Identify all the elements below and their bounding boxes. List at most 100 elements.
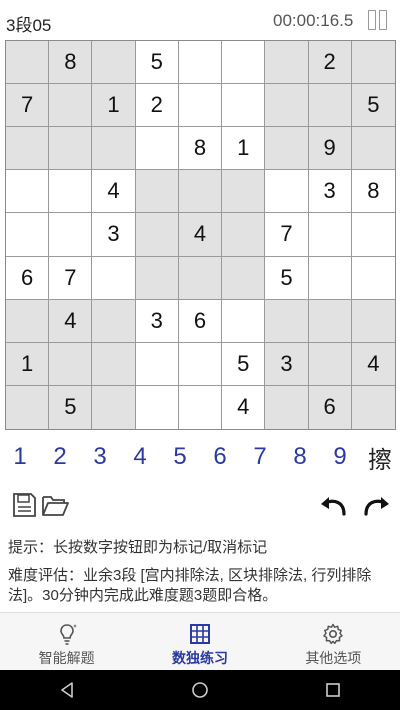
folder-open-icon[interactable] <box>40 490 70 520</box>
sudoku-cell-r9c1[interactable] <box>6 385 50 429</box>
sudoku-cell-r2c4[interactable]: 2 <box>135 84 179 128</box>
number-button-8[interactable]: 8 <box>280 436 320 478</box>
redo-icon[interactable] <box>362 490 392 520</box>
sudoku-cell-r1c4[interactable]: 5 <box>135 41 179 85</box>
sudoku-cell-r5c6[interactable] <box>222 213 266 257</box>
erase-button[interactable]: 擦 <box>360 436 400 478</box>
sudoku-cell-r6c7[interactable]: 5 <box>265 256 309 300</box>
sudoku-cell-r4c4[interactable] <box>135 170 179 214</box>
sudoku-cell-r3c5[interactable]: 8 <box>178 127 223 171</box>
sudoku-cell-r5c1[interactable] <box>6 213 50 257</box>
sudoku-cell-r3c3[interactable] <box>92 127 136 171</box>
sudoku-cell-r4c5[interactable] <box>178 170 223 214</box>
sudoku-cell-r5c7[interactable]: 7 <box>265 213 309 257</box>
number-button-5[interactable]: 5 <box>160 436 200 478</box>
sudoku-cell-r9c7[interactable] <box>265 385 309 429</box>
sudoku-cell-r4c9[interactable]: 8 <box>351 170 395 214</box>
sudoku-cell-r7c5[interactable]: 6 <box>178 299 223 343</box>
sudoku-cell-r6c9[interactable] <box>351 256 395 300</box>
sudoku-cell-r4c6[interactable] <box>222 170 266 214</box>
sudoku-cell-r6c3[interactable] <box>92 256 136 300</box>
sudoku-cell-r1c5[interactable] <box>178 41 223 85</box>
number-button-2[interactable]: 2 <box>40 436 80 478</box>
sudoku-cell-r7c8[interactable] <box>308 299 352 343</box>
number-button-7[interactable]: 7 <box>240 436 280 478</box>
tab-other-options[interactable]: 其他选项 <box>267 613 400 670</box>
number-button-9[interactable]: 9 <box>320 436 360 478</box>
sudoku-cell-r3c9[interactable] <box>351 127 395 171</box>
sudoku-cell-r7c2[interactable]: 4 <box>49 299 93 343</box>
sudoku-cell-r9c5[interactable] <box>178 385 223 429</box>
sudoku-cell-r3c4[interactable] <box>135 127 179 171</box>
sudoku-cell-r2c5[interactable] <box>178 84 223 128</box>
sudoku-cell-r4c2[interactable] <box>49 170 93 214</box>
sudoku-cell-r6c5[interactable] <box>178 256 223 300</box>
save-icon[interactable] <box>9 490 39 520</box>
sudoku-cell-r7c4[interactable]: 3 <box>135 299 179 343</box>
sudoku-cell-r9c4[interactable] <box>135 385 179 429</box>
sudoku-cell-r9c6[interactable]: 4 <box>222 385 266 429</box>
home-nav-icon[interactable] <box>180 670 220 710</box>
number-button-4[interactable]: 4 <box>120 436 160 478</box>
sudoku-cell-r1c3[interactable] <box>92 41 136 85</box>
sudoku-cell-r4c8[interactable]: 3 <box>308 170 352 214</box>
sudoku-cell-r1c1[interactable] <box>6 41 50 85</box>
sudoku-cell-r7c6[interactable] <box>222 299 266 343</box>
sudoku-cell-r7c1[interactable] <box>6 299 50 343</box>
sudoku-cell-r8c3[interactable] <box>92 342 136 386</box>
sudoku-cell-r8c1[interactable]: 1 <box>6 342 50 386</box>
sudoku-cell-r5c5[interactable]: 4 <box>178 213 223 257</box>
recents-nav-icon[interactable] <box>313 670 353 710</box>
sudoku-cell-r9c2[interactable]: 5 <box>49 385 93 429</box>
sudoku-cell-r9c8[interactable]: 6 <box>308 385 352 429</box>
sudoku-cell-r9c9[interactable] <box>351 385 395 429</box>
back-nav-icon[interactable] <box>47 670 87 710</box>
sudoku-cell-r6c2[interactable]: 7 <box>49 256 93 300</box>
sudoku-cell-r6c8[interactable] <box>308 256 352 300</box>
number-button-1[interactable]: 1 <box>0 436 40 478</box>
tab-sudoku-practice[interactable]: 数独练习 <box>133 613 266 670</box>
sudoku-cell-r8c6[interactable]: 5 <box>222 342 266 386</box>
sudoku-cell-r3c2[interactable] <box>49 127 93 171</box>
sudoku-cell-r5c8[interactable] <box>308 213 352 257</box>
sudoku-cell-r1c2[interactable]: 8 <box>49 41 93 85</box>
sudoku-cell-r2c7[interactable] <box>265 84 309 128</box>
number-button-6[interactable]: 6 <box>200 436 240 478</box>
sudoku-cell-r6c4[interactable] <box>135 256 179 300</box>
sudoku-cell-r5c4[interactable] <box>135 213 179 257</box>
sudoku-cell-r7c3[interactable] <box>92 299 136 343</box>
sudoku-cell-r3c8[interactable]: 9 <box>308 127 352 171</box>
sudoku-cell-r2c1[interactable]: 7 <box>6 84 50 128</box>
pause-icon[interactable] <box>366 8 390 32</box>
sudoku-cell-r1c6[interactable] <box>222 41 266 85</box>
sudoku-cell-r4c1[interactable] <box>6 170 50 214</box>
sudoku-cell-r8c2[interactable] <box>49 342 93 386</box>
sudoku-cell-r6c6[interactable] <box>222 256 266 300</box>
sudoku-cell-r8c8[interactable] <box>308 342 352 386</box>
sudoku-cell-r5c3[interactable]: 3 <box>92 213 136 257</box>
sudoku-cell-r2c3[interactable]: 1 <box>92 84 136 128</box>
sudoku-cell-r3c6[interactable]: 1 <box>222 127 266 171</box>
undo-icon[interactable] <box>318 490 348 520</box>
sudoku-cell-r3c1[interactable] <box>6 127 50 171</box>
sudoku-cell-r6c1[interactable]: 6 <box>6 256 50 300</box>
sudoku-cell-r5c2[interactable] <box>49 213 93 257</box>
sudoku-cell-r2c6[interactable] <box>222 84 266 128</box>
sudoku-cell-r2c2[interactable] <box>49 84 93 128</box>
sudoku-cell-r8c9[interactable]: 4 <box>351 342 395 386</box>
sudoku-cell-r8c7[interactable]: 3 <box>265 342 309 386</box>
sudoku-cell-r1c7[interactable] <box>265 41 309 85</box>
tab-smart-solve[interactable]: 智能解题 <box>0 613 133 670</box>
sudoku-cell-r4c7[interactable] <box>265 170 309 214</box>
sudoku-cell-r9c3[interactable] <box>92 385 136 429</box>
sudoku-cell-r2c8[interactable] <box>308 84 352 128</box>
sudoku-cell-r5c9[interactable] <box>351 213 395 257</box>
sudoku-cell-r3c7[interactable] <box>265 127 309 171</box>
sudoku-cell-r7c7[interactable] <box>265 299 309 343</box>
sudoku-cell-r1c8[interactable]: 2 <box>308 41 352 85</box>
sudoku-cell-r7c9[interactable] <box>351 299 395 343</box>
sudoku-cell-r8c5[interactable] <box>178 342 223 386</box>
sudoku-cell-r2c9[interactable]: 5 <box>351 84 395 128</box>
sudoku-cell-r1c9[interactable] <box>351 41 395 85</box>
number-button-3[interactable]: 3 <box>80 436 120 478</box>
